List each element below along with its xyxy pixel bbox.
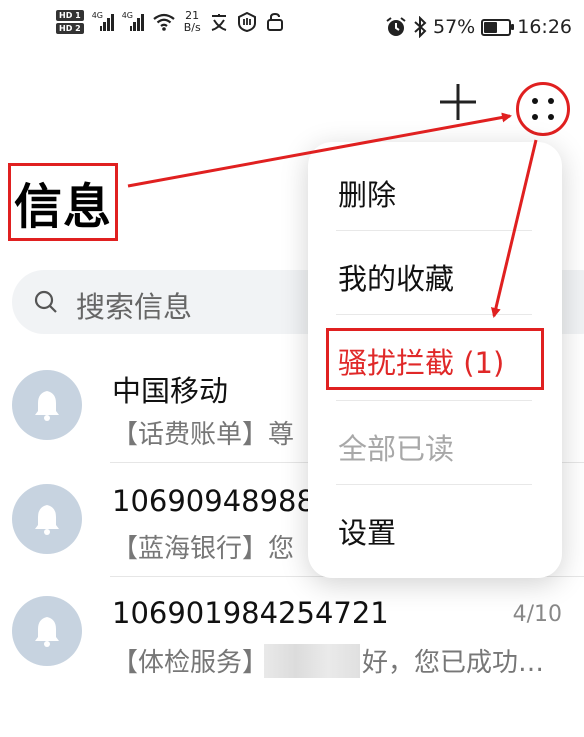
status-right: 57% 16:26 [385, 16, 572, 38]
conversation-title: 106901984254721 [112, 596, 389, 630]
redacted-blur [264, 644, 360, 678]
translate-icon [211, 14, 226, 31]
menu-item-mark-all-read[interactable]: 全部已读 [338, 426, 454, 468]
battery-percent: 57% [433, 16, 476, 38]
bell-icon [35, 617, 59, 647]
net-speed-unit: B/s [183, 21, 201, 34]
conversation-preview: 【体检服务】 [112, 648, 269, 678]
menu-divider [336, 400, 532, 401]
conversation-preview: 【话费账单】尊 [112, 420, 295, 450]
more-dots-icon [532, 98, 538, 104]
signal-icon: 4G [91, 11, 114, 31]
conversation-title: 106909489888 [112, 484, 334, 518]
wifi-icon [153, 13, 175, 31]
plus-icon [440, 84, 476, 120]
status-bar: HD 1 HD 2 4G 4G 21 B/s 57% 16:26 [0, 0, 584, 60]
avatar [12, 370, 82, 440]
battery-fill [484, 21, 497, 33]
menu-divider [336, 314, 532, 315]
hd1-badge: HD 1 [56, 10, 84, 21]
lock-icon [266, 12, 283, 31]
hd-icon: HD 1 HD 2 [56, 10, 84, 34]
avatar [12, 596, 82, 666]
signal1-label: 4G [91, 11, 103, 20]
spam-block-highlight [326, 328, 544, 390]
hand-icon [237, 12, 256, 32]
hd2-badge: HD 2 [56, 23, 84, 34]
search-placeholder: 搜索信息 [76, 290, 193, 324]
menu-item-favorites[interactable]: 我的收藏 [338, 256, 454, 298]
new-message-button[interactable] [436, 80, 480, 124]
menu-item-delete[interactable]: 删除 [338, 172, 396, 214]
bell-icon [35, 505, 59, 535]
avatar [12, 484, 82, 554]
page-title: 信息 [13, 179, 112, 235]
page-title-highlight: 信息 [8, 163, 118, 241]
signal2-label: 4G [121, 11, 133, 20]
net-speed: 21 B/s [184, 10, 201, 34]
menu-divider [336, 484, 532, 485]
conversation-date: 4/10 [512, 602, 562, 627]
battery-icon [481, 18, 515, 36]
more-options-button[interactable] [516, 82, 570, 136]
search-icon [34, 290, 57, 313]
signal-icon: 4G [121, 11, 144, 31]
menu-divider [336, 230, 532, 231]
conversation-title: 中国移动 [112, 374, 229, 408]
bell-icon [35, 391, 59, 421]
bluetooth-icon [414, 16, 427, 38]
conversation-preview: 【蓝海银行】您 [112, 534, 295, 564]
menu-item-settings[interactable]: 设置 [338, 510, 396, 552]
clock-time: 16:26 [517, 16, 572, 38]
conversation-preview-tail: 好，您已成功… [362, 648, 545, 678]
status-left: HD 1 HD 2 4G 4G 21 B/s [56, 10, 285, 34]
alarm-icon [386, 17, 406, 36]
